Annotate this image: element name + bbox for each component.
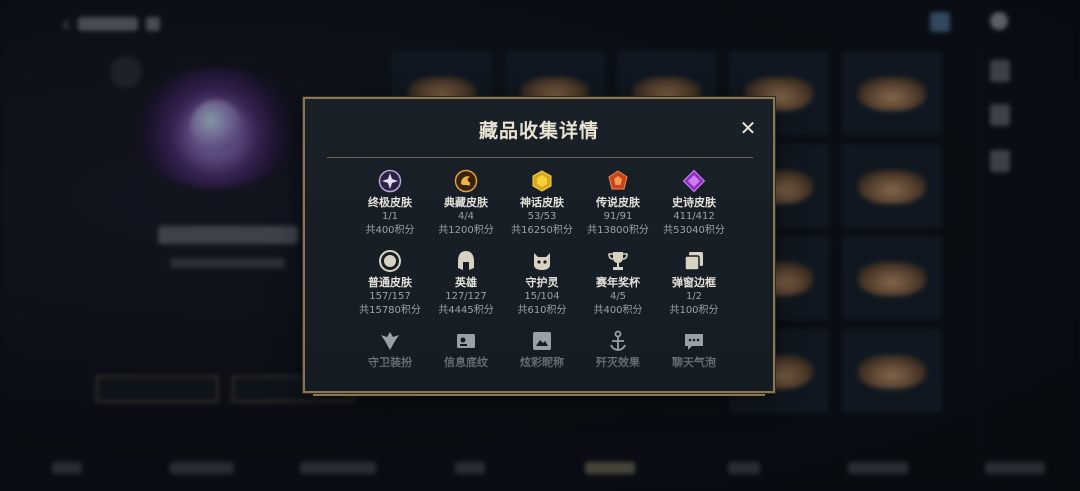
item-points: 共400积分 <box>593 305 643 316</box>
collection-item-standard-skin[interactable]: 普通皮肤 157/157 共15780积分 <box>350 249 430 318</box>
collection-item-ultimate-skin[interactable]: 终极皮肤 1/1 共400积分 <box>350 169 430 238</box>
item-count: 4/4 <box>457 211 475 222</box>
collection-item-epic-skin[interactable]: 史诗皮肤 411/412 共53040积分 <box>654 169 734 238</box>
collection-item-guardian[interactable]: 守护灵 15/104 共610积分 <box>502 249 582 318</box>
item-count: 4/5 <box>609 291 627 302</box>
trophy-icon <box>608 252 628 270</box>
item-points: 共16250积分 <box>511 225 573 236</box>
item-count: 91/91 <box>603 211 633 222</box>
collection-item-kill-effect[interactable]: 歼灭效果 <box>578 329 658 370</box>
collection-item-collector-skin[interactable]: 典藏皮肤 4/4 共1200积分 <box>426 169 506 238</box>
item-count: 53/53 <box>527 211 557 222</box>
info-card-icon <box>457 334 475 348</box>
mythic-skin-icon <box>532 170 552 192</box>
dialog-title: 藏品收集详情 <box>478 120 599 142</box>
item-name: 神话皮肤 <box>520 196 564 209</box>
close-button[interactable]: ✕ <box>737 117 759 139</box>
item-count: 1/1 <box>381 211 399 222</box>
collection-item-colorful-nickname[interactable]: 炫彩昵称 <box>502 329 582 370</box>
item-points: 共4445积分 <box>438 305 494 316</box>
ward-skin-icon <box>381 332 399 350</box>
dialog-bottom-border <box>313 394 765 396</box>
item-name: 信息底纹 <box>444 356 488 369</box>
popup-frame-icon <box>684 252 703 271</box>
item-points: 共53040积分 <box>663 225 725 236</box>
collection-item-ward-skin[interactable]: 守卫装扮 <box>350 329 430 370</box>
item-name: 聊天气泡 <box>672 356 716 369</box>
collection-item-popup-frame[interactable]: 弹窗边框 1/2 共100积分 <box>654 249 734 318</box>
kill-effect-icon <box>610 330 626 351</box>
standard-skin-icon <box>379 250 401 272</box>
collection-item-season-trophy[interactable]: 赛年奖杯 4/5 共400积分 <box>578 249 658 318</box>
epic-skin-icon <box>682 169 706 193</box>
item-name: 史诗皮肤 <box>672 196 716 209</box>
colorful-nickname-icon <box>533 332 551 350</box>
item-points: 共13800积分 <box>587 225 649 236</box>
item-points: 共15780积分 <box>359 305 421 316</box>
hero-helmet-icon <box>458 251 474 270</box>
collection-item-info-card[interactable]: 信息底纹 <box>426 329 506 370</box>
item-points: 共1200积分 <box>438 225 494 236</box>
item-count: 15/104 <box>524 291 560 302</box>
item-name: 典藏皮肤 <box>444 196 488 209</box>
item-name: 普通皮肤 <box>368 276 412 289</box>
item-name: 炫彩昵称 <box>520 356 564 369</box>
item-name: 赛年奖杯 <box>596 276 640 289</box>
ultimate-skin-icon <box>378 169 402 193</box>
item-points: 共610积分 <box>517 305 567 316</box>
item-points: 共400积分 <box>365 225 415 236</box>
item-name: 英雄 <box>455 276 477 289</box>
collection-item-hero[interactable]: 英雄 127/127 共4445积分 <box>426 249 506 318</box>
item-name: 传说皮肤 <box>596 196 640 209</box>
item-points: 共100积分 <box>669 305 719 316</box>
item-count: 157/157 <box>369 291 411 302</box>
title-divider <box>327 157 753 158</box>
collection-item-legendary-skin[interactable]: 传说皮肤 91/91 共13800积分 <box>578 169 658 238</box>
item-count: 127/127 <box>445 291 487 302</box>
item-count: 1/2 <box>685 291 703 302</box>
item-name: 终极皮肤 <box>368 196 412 209</box>
guardian-pet-icon <box>534 253 550 270</box>
chat-bubble-icon <box>685 334 703 350</box>
item-name: 歼灭效果 <box>596 356 640 369</box>
item-name: 守卫装扮 <box>368 356 412 369</box>
legendary-skin-icon <box>608 170 628 190</box>
collector-skin-icon <box>454 169 478 193</box>
collection-item-chat-bubble[interactable]: 聊天气泡 <box>654 329 734 370</box>
collection-details-dialog: 藏品收集详情 ✕ 终极皮肤 1/1 共400积分 典藏皮肤 4/4 共1200积… <box>303 97 775 393</box>
item-name: 弹窗边框 <box>672 276 716 289</box>
item-count: 411/412 <box>673 211 715 222</box>
collection-item-mythic-skin[interactable]: 神话皮肤 53/53 共16250积分 <box>502 169 582 238</box>
item-name: 守护灵 <box>525 276 559 289</box>
